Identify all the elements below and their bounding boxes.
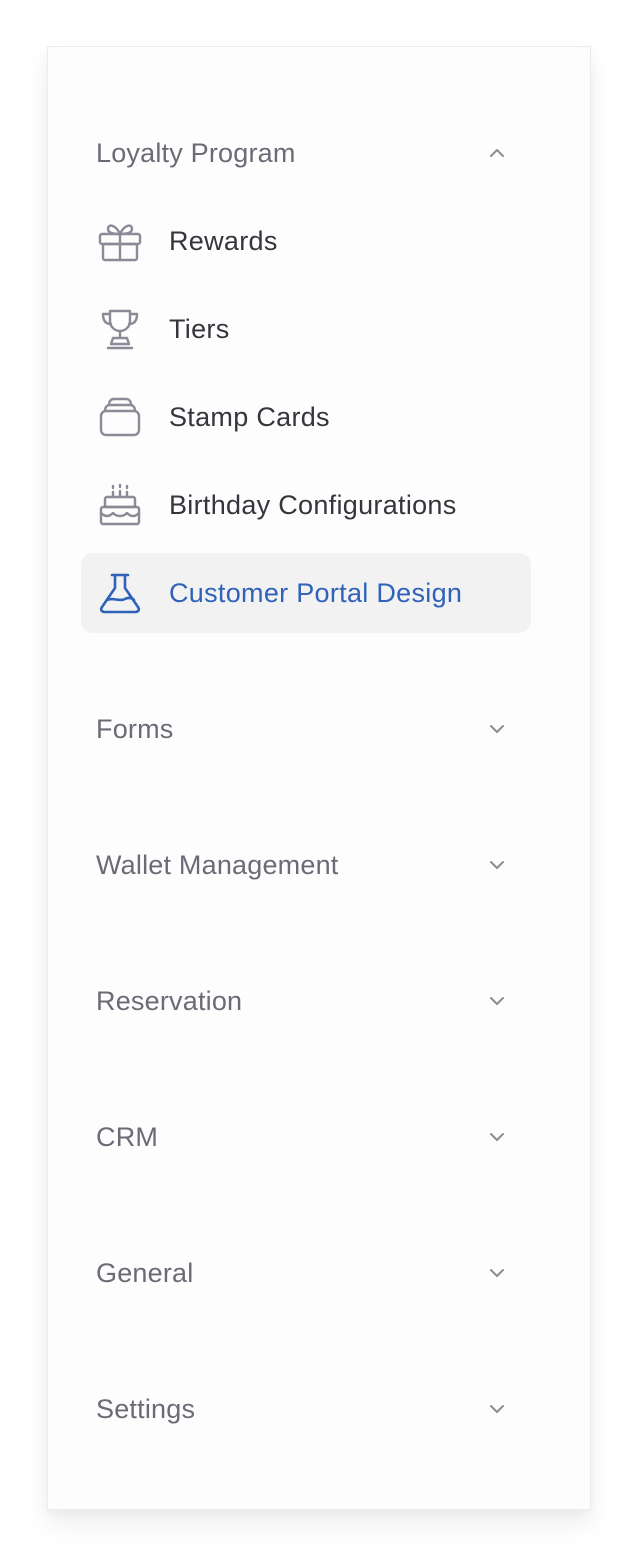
group-header-reservation[interactable]: Reservation	[96, 981, 512, 1021]
group-title: CRM	[96, 1121, 159, 1152]
flask-icon	[96, 569, 144, 617]
group-header-general[interactable]: General	[96, 1253, 512, 1293]
chevron-down-icon	[486, 990, 508, 1012]
chevron-down-icon	[486, 1262, 508, 1284]
group-title: Settings	[96, 1393, 196, 1424]
chevron-down-icon	[486, 1398, 508, 1420]
sidebar-item-stamp-cards[interactable]: Stamp Cards	[81, 377, 531, 457]
sidebar-item-birthday-configurations[interactable]: Birthday Configurations	[81, 465, 531, 545]
birthday-cake-icon	[96, 481, 144, 529]
gift-icon	[96, 217, 144, 265]
chevron-down-icon	[486, 718, 508, 740]
sidebar-item-label: Stamp Cards	[169, 401, 330, 432]
stamp-card-icon	[96, 393, 144, 441]
trophy-icon	[96, 305, 144, 353]
group-header-forms[interactable]: Forms	[96, 709, 512, 749]
sidebar-item-label: Tiers	[169, 313, 230, 344]
sidebar-item-rewards[interactable]: Rewards	[81, 201, 531, 281]
sidebar-item-label: Customer Portal Design	[169, 577, 463, 608]
sidebar-item-label: Rewards	[169, 225, 278, 256]
chevron-up-icon	[486, 142, 508, 164]
sidebar-item-customer-portal-design[interactable]: Customer Portal Design	[81, 553, 531, 633]
group-title: Reservation	[96, 985, 243, 1016]
sidebar-item-label: Birthday Configurations	[169, 489, 457, 520]
group-header-settings[interactable]: Settings	[96, 1389, 512, 1429]
group-title: Loyalty Program	[96, 137, 296, 168]
group-title: General	[96, 1257, 194, 1288]
group-header-wallet-management[interactable]: Wallet Management	[96, 845, 512, 885]
chevron-down-icon	[486, 1126, 508, 1148]
chevron-down-icon	[486, 854, 508, 876]
sidebar-item-tiers[interactable]: Tiers	[81, 289, 531, 369]
group-title: Forms	[96, 713, 174, 744]
group-header-loyalty-program[interactable]: Loyalty Program	[96, 133, 512, 173]
sidebar-panel: Loyalty Program Rewards Tiers Stamp Card…	[47, 46, 591, 1510]
group-title: Wallet Management	[96, 849, 339, 880]
group-header-crm[interactable]: CRM	[96, 1117, 512, 1157]
